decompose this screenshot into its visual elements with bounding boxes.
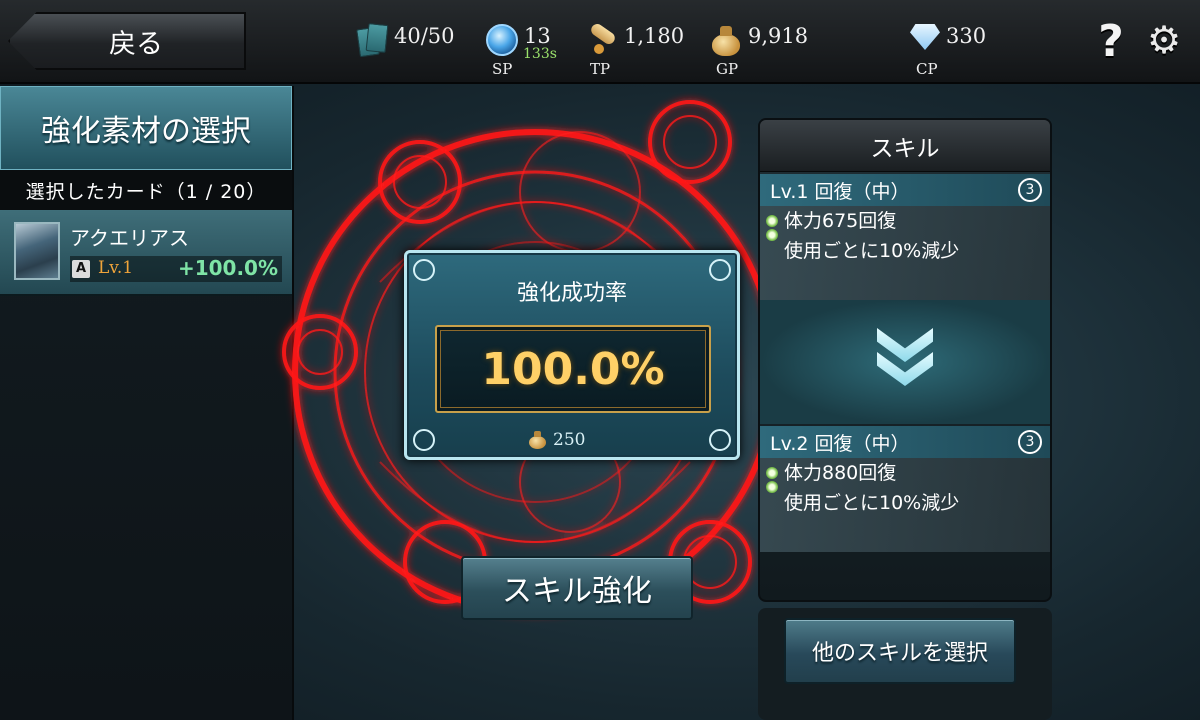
select-other-skill-button[interactable]: 他のスキルを選択: [784, 618, 1016, 684]
material-card-row[interactable]: アクエリアス A Lv.1 +100.0%: [0, 210, 292, 296]
leaf-icon: [766, 467, 778, 479]
next-skill-name-row: Lv.2 回復（中） 3: [760, 426, 1050, 458]
money-bag-icon: [708, 24, 742, 58]
ornament-corner: [709, 429, 731, 451]
sp-icon: [486, 24, 518, 56]
card-name: アクエリアス: [70, 226, 189, 250]
next-skill-note: 使用ごとに10%減少: [784, 492, 960, 514]
tp-counter: 1,180: [584, 24, 684, 54]
cards-icon: [356, 23, 389, 58]
cp-counter: 330: [910, 24, 986, 50]
sp-value: 13: [524, 24, 551, 48]
cp-value: 330: [946, 24, 987, 48]
cards-value: 40/50: [394, 24, 455, 48]
leaf-icon: [766, 215, 778, 227]
cards-counter: 40/50: [356, 23, 455, 58]
card-rate: +100.0%: [177, 256, 278, 280]
success-rate-value: 100.0%: [435, 325, 711, 413]
gear-icon[interactable]: ⚙: [1146, 21, 1182, 59]
current-skill: Lv.1 回復（中） 3 体力675回復 使用ごとに10%減少: [760, 174, 1050, 300]
sp-timer: 133s: [523, 46, 557, 62]
card-thumbnail: [14, 222, 60, 280]
enhance-cost: 250: [553, 430, 586, 450]
panel-title: 強化素材の選択: [0, 86, 292, 170]
current-skill-effect-text: 体力675回復: [784, 210, 897, 232]
scroll-icon: [584, 24, 618, 54]
ornament-corner: [413, 429, 435, 451]
diamond-icon: [910, 24, 940, 50]
money-bag-icon: [527, 430, 547, 450]
gp-counter: 9,918: [708, 24, 808, 58]
tp-label: TP: [590, 60, 611, 78]
current-skill-name-row: Lv.1 回復（中） 3: [760, 174, 1050, 206]
success-rate-panel: 強化成功率 100.0% 250: [404, 250, 740, 460]
selected-count: 選択したカード（1 / 20）: [0, 170, 292, 210]
skill-panel: スキル Lv.1 回復（中） 3 体力675回復 使用ごとに10%減少 Lv.2…: [758, 118, 1052, 602]
upgrade-arrow: [760, 300, 1050, 424]
gp-value: 9,918: [748, 24, 809, 48]
current-skill-name: Lv.1 回復（中）: [770, 180, 910, 203]
next-skill-effect-text: 体力880回復: [784, 462, 897, 484]
current-skill-note: 使用ごとに10%減少: [784, 240, 960, 262]
rank-badge: A: [72, 260, 90, 278]
chevron-down-icon: [877, 328, 933, 362]
gp-label: GP: [716, 60, 739, 78]
material-panel: 強化素材の選択 選択したカード（1 / 20） アクエリアス A Lv.1 +1…: [0, 86, 294, 720]
current-skill-effect: 体力675回復: [760, 206, 1050, 241]
back-button[interactable]: 戻る: [8, 12, 246, 70]
next-skill: Lv.2 回復（中） 3 体力880回復 使用ごとに10%減少: [760, 426, 1050, 552]
next-skill-effect: 体力880回復: [760, 458, 1050, 493]
skill-enhance-button[interactable]: スキル強化: [461, 556, 693, 620]
next-skill-name: Lv.2 回復（中）: [770, 432, 910, 455]
card-level: Lv.1: [98, 258, 134, 278]
cp-label: CP: [916, 60, 938, 78]
next-skill-count: 3: [1018, 430, 1042, 454]
success-rate-title: 強化成功率: [516, 281, 627, 306]
tp-value: 1,180: [624, 24, 685, 48]
current-skill-count: 3: [1018, 178, 1042, 202]
help-icon[interactable]: ?: [1093, 20, 1129, 64]
skill-panel-title: スキル: [760, 120, 1050, 172]
top-bar: 戻る 40/50 13 133s SP 1,180 TP 9,918 GP 33…: [0, 0, 1200, 84]
sp-label: SP: [492, 60, 513, 78]
